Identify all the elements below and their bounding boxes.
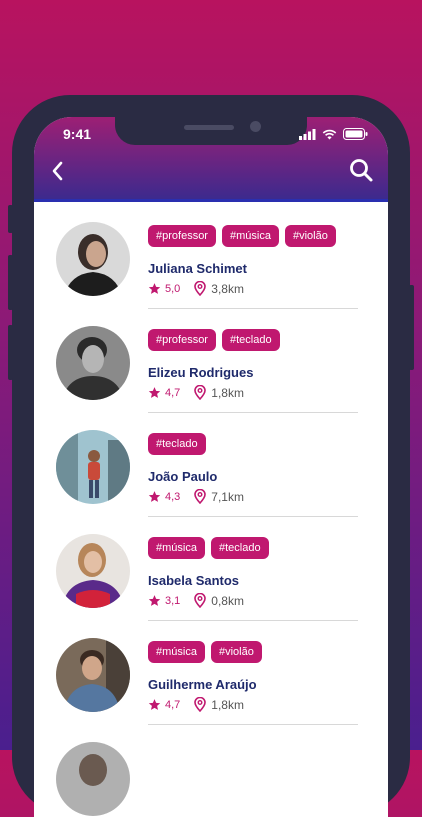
star-icon [148,699,161,710]
profile-meta: 4,7 1,8km [148,697,244,712]
distance-value: 1,8km [211,697,244,712]
rating-value: 4,7 [165,698,181,711]
profile-name[interactable]: Isabela Santos [148,573,239,588]
profile-row-partial[interactable] [34,725,388,817]
chevron-left-icon [52,161,63,181]
tag[interactable]: #música [221,225,279,247]
avatar[interactable] [56,430,130,504]
profile-name[interactable]: Juliana Schimet [148,261,247,276]
status-icons [299,128,368,140]
phone-frame: 9:41 #professor #música #violão Juliana … [8,95,414,817]
location-pin-icon [194,593,207,608]
profile-name[interactable]: Elizeu Rodrigues [148,365,253,380]
tag[interactable]: #teclado [148,433,206,455]
star-icon [148,491,161,502]
front-camera [250,121,261,132]
phone-mute-switch [8,205,13,233]
star-icon [148,387,161,398]
battery-icon [343,128,368,140]
profile-name[interactable]: Guilherme Araújo [148,677,257,692]
profile-meta: 4,3 7,1km [148,489,244,504]
profile-list: #professor #música #violão Juliana Schim… [34,205,388,817]
speaker-grill [184,125,234,130]
star-icon [148,283,161,294]
phone-volume-down [8,325,13,380]
tag[interactable]: #violão [210,641,262,663]
distance-value: 7,1km [211,489,244,504]
app-screen: 9:41 #professor #música #violão Juliana … [34,117,388,817]
tag-list: #professor #música #violão [148,225,336,247]
profile-meta: 3,1 0,8km [148,593,244,608]
location-pin-icon [194,489,207,504]
back-button[interactable] [46,159,70,183]
tag[interactable]: #teclado [210,537,269,559]
avatar[interactable] [56,638,130,712]
distance-value: 0,8km [211,593,244,608]
search-button[interactable] [348,157,374,183]
rating-value: 4,7 [165,386,181,399]
tag-list: #música #violão [148,641,262,663]
tag[interactable]: #música [148,641,205,663]
tag-list: #música #teclado [148,537,269,559]
avatar[interactable] [56,222,130,296]
tag[interactable]: #violão [284,225,336,247]
star-icon [148,595,161,606]
tag-list: #teclado [148,433,206,455]
profile-row[interactable]: #professor #teclado Elizeu Rodrigues 4,7… [34,309,388,413]
phone-volume-up [8,255,13,310]
profile-name[interactable]: João Paulo [148,469,217,484]
wifi-icon [322,129,337,139]
tag[interactable]: #professor [148,225,216,247]
distance-value: 3,8km [211,281,244,296]
location-pin-icon [194,697,207,712]
avatar[interactable] [56,326,130,400]
rating-value: 3,1 [165,594,181,607]
rating-value: 5,0 [165,282,181,295]
signal-icon [299,128,316,140]
phone-power-button [409,285,414,370]
profile-meta: 4,7 1,8km [148,385,244,400]
phone-notch [115,117,307,145]
location-pin-icon [194,385,207,400]
profile-row[interactable]: #música #teclado Isabela Santos 3,1 0,8k… [34,517,388,621]
distance-value: 1,8km [211,385,244,400]
profile-meta: 5,0 3,8km [148,281,244,296]
tag[interactable]: #professor [148,329,216,351]
avatar[interactable] [56,534,130,608]
rating-value: 4,3 [165,490,181,503]
tag[interactable]: #teclado [221,329,280,351]
search-icon [350,159,373,182]
avatar[interactable] [56,742,130,816]
profile-row[interactable]: #música #violão Guilherme Araújo 4,7 1,8… [34,621,388,725]
location-pin-icon [194,281,207,296]
app-bar-bottom-line [34,199,388,202]
profile-row[interactable]: #teclado João Paulo 4,3 7,1km [34,413,388,517]
tag-list: #professor #teclado [148,329,280,351]
status-time: 9:41 [63,126,92,142]
profile-row[interactable]: #professor #música #violão Juliana Schim… [34,205,388,309]
tag[interactable]: #música [148,537,205,559]
